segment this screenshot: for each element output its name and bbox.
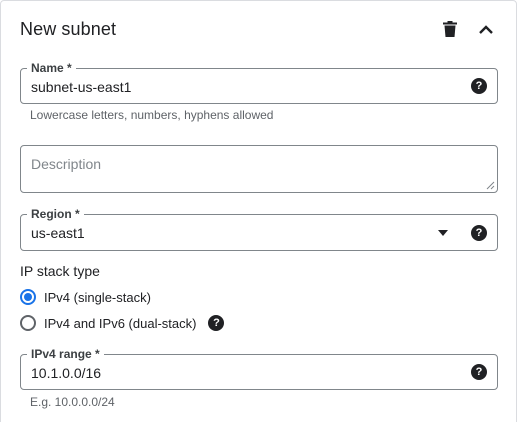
radio-ipv4-single-stack[interactable]: IPv4 (single-stack) <box>20 289 151 305</box>
region-field[interactable]: Region * us-east1 ? <box>20 207 498 251</box>
ipv4-range-hint: E.g. 10.0.0.0/24 <box>30 395 115 409</box>
name-field-label: Name * <box>27 61 76 75</box>
name-field[interactable]: Name * subnet-us-east1 ? <box>20 61 498 104</box>
region-field-value: us-east1 <box>31 225 85 241</box>
dropdown-arrow-icon[interactable] <box>438 230 448 236</box>
new-subnet-card: New subnet Name * subnet-us-east1 ? Lowe… <box>0 0 517 422</box>
card-title: New subnet <box>20 19 117 39</box>
chevron-up-icon[interactable] <box>474 17 498 41</box>
resize-grip-icon[interactable] <box>485 180 495 190</box>
description-placeholder: Description <box>31 156 102 172</box>
ipv4-range-label: IPv4 range * <box>27 347 104 361</box>
ipv4-range-field[interactable]: IPv4 range * 10.1.0.0/16 ? <box>20 347 498 390</box>
help-icon[interactable]: ? <box>471 78 487 94</box>
radio-button[interactable] <box>20 315 36 331</box>
radio-ipv4-ipv6-dual-stack[interactable]: IPv4 and IPv6 (dual-stack) ? <box>20 315 225 331</box>
radio-label: IPv4 (single-stack) <box>44 289 151 305</box>
help-icon[interactable]: ? <box>471 225 487 241</box>
name-field-hint: Lowercase letters, numbers, hyphens allo… <box>30 108 274 122</box>
radio-button-checked[interactable] <box>20 289 36 305</box>
help-icon[interactable]: ? <box>471 364 487 380</box>
region-field-label: Region * <box>27 207 84 221</box>
radio-label: IPv4 and IPv6 (dual-stack) <box>44 315 197 331</box>
help-icon[interactable]: ? <box>208 315 225 331</box>
trash-icon[interactable] <box>438 17 462 41</box>
description-field[interactable]: Description <box>20 145 498 193</box>
name-field-value: subnet-us-east1 <box>31 79 132 95</box>
ipv4-range-value: 10.1.0.0/16 <box>31 365 102 381</box>
ip-stack-type-heading: IP stack type <box>20 263 100 279</box>
